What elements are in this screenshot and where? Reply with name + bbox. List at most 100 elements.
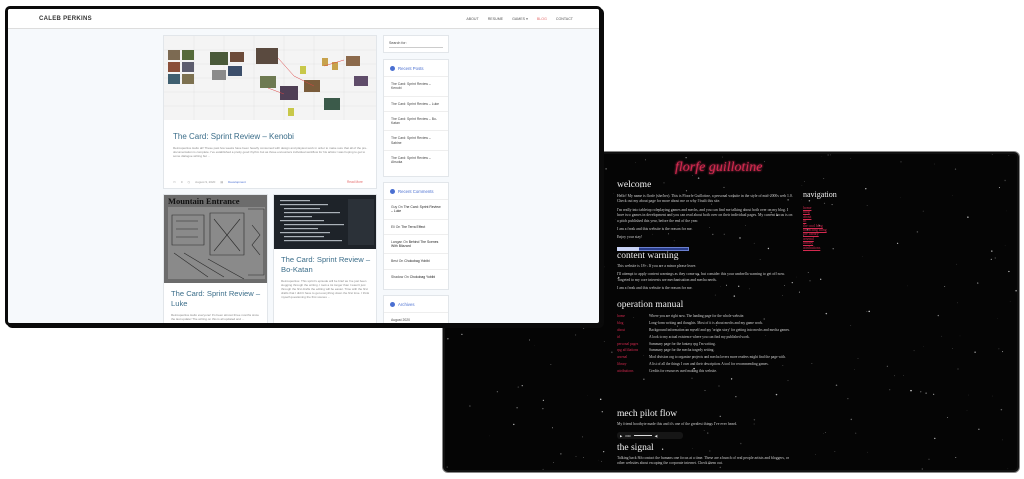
star (516, 407, 518, 409)
star (740, 442, 742, 445)
recent-post-link[interactable]: The Card: Sprint Review – Ahsoka (384, 150, 448, 170)
nav-item-about[interactable]: ABOUT (466, 17, 478, 21)
post-thumbnail-luke[interactable]: Mountain Entrance (164, 195, 267, 283)
recent-post-link[interactable]: The Card: Sprint Review – Luke (384, 95, 448, 111)
post-title[interactable]: The Card: Sprint Review – Bo-Katan (281, 255, 373, 275)
post-card-luke[interactable]: Mountain Entrance The Card: Sprint Revie… (163, 194, 268, 323)
nav-item-blog[interactable]: BLOG (537, 17, 547, 21)
recent-post-link[interactable]: The Card: Sprint Review – Sabine (384, 130, 448, 150)
star (550, 364, 552, 365)
manual-description: A list of all the things I own and their… (649, 362, 769, 367)
the-signal-heading: the signal (617, 443, 654, 453)
manual-link[interactable]: personal pages (617, 342, 649, 346)
post-title-line[interactable]: The Card: Sprint Review – Luke (171, 289, 263, 309)
audio-player[interactable]: ▶ 0:00 ◀) (617, 432, 683, 439)
volume-icon[interactable]: ◀) (655, 434, 658, 438)
star (718, 385, 720, 387)
star (1008, 155, 1010, 156)
nav-item-contact[interactable]: CONTACT (556, 17, 573, 21)
star (998, 348, 1000, 350)
manual-link[interactable]: about (617, 328, 649, 332)
recent-posts-list: The Card: Sprint Review – Kenobi The Card… (384, 76, 448, 170)
star (551, 427, 554, 429)
search-input[interactable]: Search for: (389, 41, 443, 48)
comment-count[interactable]: 0 (181, 180, 183, 184)
welcome-paragraph: I'm really into tabletop roleplaying gam… (617, 207, 793, 223)
star (586, 395, 588, 396)
read-more-link[interactable]: Read More (347, 180, 363, 184)
post-card-bo-katan[interactable]: The Card: Sprint Review – Bo-Katan Retro… (273, 194, 377, 323)
star (542, 408, 544, 410)
play-icon[interactable]: ▶ (620, 434, 622, 438)
star (921, 468, 923, 470)
star (933, 393, 935, 395)
post-title[interactable]: The Card: Sprint Review – Kenobi (173, 132, 294, 141)
comment-author[interactable]: Shadow (391, 275, 403, 279)
recent-post-link[interactable]: The Card: Sprint Review – Bo-Katan (384, 110, 448, 131)
manual-link[interactable]: attributions (617, 369, 649, 373)
star (704, 390, 706, 391)
star (446, 466, 448, 468)
recent-posts-widget: Recent Posts The Card: Sprint Review – K… (383, 59, 449, 177)
recent-comment-item: Eli On The Terra Effect (384, 218, 448, 234)
post-title-line[interactable]: The Card: Sprint Review – Bo-Katan (281, 255, 373, 275)
mech-pilot-flow-heading: mech pilot flow (617, 409, 678, 419)
recent-comment-item: Best On Chokobag Yobibi (384, 253, 448, 268)
manual-link[interactable]: blog (617, 321, 649, 325)
post-thumbnail-kenobi[interactable] (164, 36, 376, 120)
recent-post-link[interactable]: The Card: Sprint Review – Kenobi (384, 76, 448, 96)
post-meta: ▭ 0 ◷ August 9, 2020 ▤ Development (173, 180, 246, 184)
post-thumbnail-bo-katan[interactable] (274, 195, 376, 249)
comment-post-link[interactable]: Chokobag Yobibi (410, 275, 435, 279)
star (605, 168, 607, 170)
star (1002, 351, 1004, 353)
star (922, 210, 924, 212)
star (907, 285, 908, 287)
post-title[interactable]: The Card: Sprint Review – Luke (171, 289, 263, 309)
comment-author[interactable]: Eli (391, 225, 395, 229)
comment-author[interactable]: Best (391, 259, 398, 263)
star (815, 454, 816, 455)
recent-comment-item: Langan On Behind The Scenes With Blizzar… (384, 233, 448, 254)
star (735, 396, 737, 398)
navigation-link[interactable]: attributions (803, 246, 873, 250)
recent-comments-widget: Recent Comments Guy On The Card: Sprint … (383, 182, 449, 290)
comment-post-link[interactable]: Chokobag Yobibi (404, 259, 429, 263)
site-brand[interactable]: CALEB PERKINS (39, 16, 92, 22)
site-title: florfe guillotine (675, 160, 763, 175)
star (719, 466, 722, 469)
star (937, 314, 939, 317)
star (944, 286, 946, 287)
warning-paragraph: I'll attempt to apply content warnings a… (617, 272, 785, 282)
post-category[interactable]: Development (228, 180, 246, 184)
star (994, 257, 996, 259)
star (685, 190, 687, 192)
archives-title: Archives (398, 302, 415, 307)
comment-post-link[interactable]: The Terra Effect (401, 225, 425, 229)
star (542, 468, 544, 470)
blog-window[interactable]: CALEB PERKINS ABOUT RESUME GAMES ▾ BLOG CONT… (5, 6, 602, 326)
star (992, 395, 993, 397)
comment-icon: ▭ (173, 180, 176, 184)
post-card-kenobi[interactable]: The Card: Sprint Review – Kenobi Retrosp… (163, 35, 377, 189)
archive-link[interactable]: August 2020 (384, 312, 448, 323)
manual-link[interactable]: arsenal (617, 355, 649, 359)
main-nav: ABOUT RESUME GAMES ▾ BLOG CONTACT (466, 17, 573, 21)
star (645, 159, 646, 161)
star (955, 456, 957, 458)
manual-row: personal pages Summary page for the fanta… (617, 342, 797, 346)
nav-item-games[interactable]: GAMES ▾ (512, 17, 528, 21)
star (910, 389, 912, 392)
star (886, 365, 888, 367)
star (534, 345, 535, 346)
audio-progress-bar[interactable] (633, 435, 652, 436)
manual-link[interactable]: rpg affiliations (617, 348, 649, 352)
manual-description: Long-form writing and thoughts. Most of … (649, 320, 764, 325)
star (730, 378, 733, 380)
manual-link[interactable]: irl (617, 335, 649, 339)
star (941, 335, 943, 337)
manual-link[interactable]: library (617, 362, 649, 366)
star (663, 182, 665, 184)
manual-link[interactable]: home (617, 314, 649, 318)
nav-item-resume[interactable]: RESUME (488, 17, 503, 21)
